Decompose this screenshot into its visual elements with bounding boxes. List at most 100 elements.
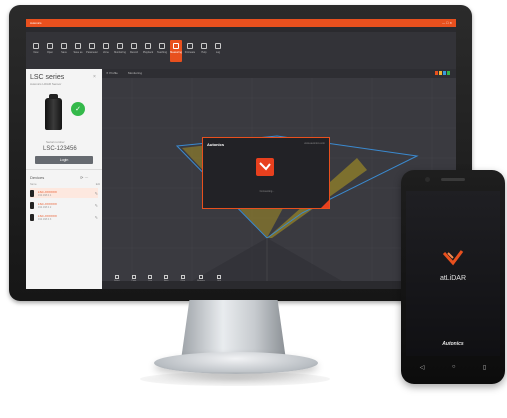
device-icon [30,213,34,221]
connection-status-icon: ✓ [71,102,85,116]
device-list-item[interactable]: LSC-XXXXXX 192.168.0.1 ✎ [30,188,98,198]
dialog-corner-accent [321,200,329,208]
tool-label: Save [61,50,67,54]
toolbar-button-measuring[interactable]: Measuring [170,39,182,62]
tool-label: Parameter [86,50,98,54]
sidebar-title: LSC series [30,74,65,81]
bottom-tool-point[interactable]: Point [131,275,136,282]
toolbar-button-log[interactable]: Log [212,40,224,62]
close-icon[interactable]: × [93,74,96,80]
recent-apps-icon[interactable]: ▯ [483,364,486,371]
tool-icon [103,42,109,49]
tool-icon [61,42,67,49]
tab-profile[interactable]: ✕ Profile [106,71,118,75]
bottom-tool-line[interactable]: Line [148,275,153,282]
toolbar-button-zone[interactable]: Zone [100,40,112,62]
dialog-caption: Connecting... [259,190,275,193]
tool-icon [215,42,221,49]
app-title: Autonics [30,21,42,25]
edit-icon[interactable]: ✎ [95,203,98,208]
tool-label: New [33,50,39,54]
toolbar-button-new[interactable]: New [30,40,42,62]
toolbar-button-monitoring[interactable]: Monitoring [114,40,126,62]
device-sidebar: LSC series Autonics LiDAR Sensor × ✓ Ser… [26,69,102,289]
bottom-tool-clear[interactable]: Clear [180,275,185,282]
tool-icon [180,275,185,279]
legend-chip [439,71,442,75]
monitor-neck [181,300,286,360]
tab-monitoring[interactable]: Monitoring [128,71,142,75]
tool-label: Measure [197,280,205,282]
login-button[interactable]: Login [35,156,93,164]
toolbar-button-parameter[interactable]: Parameter [86,40,98,62]
home-icon[interactable]: ○ [452,364,456,370]
tool-label: Monitoring [114,50,126,54]
product-scene: Autonics — ☐ ✕ New Open Save Save as Paramet… [0,0,507,418]
phone-app-name: atLiDAR [439,275,467,282]
edit-icon[interactable]: ✎ [95,215,98,220]
title-bar: Autonics — ☐ ✕ [26,19,456,27]
tool-label: Open [46,50,54,54]
phone-nav-bar: ◁ ○ ▯ [406,360,500,374]
tool-icon [187,42,193,49]
phone-brand: Autonics [442,341,464,347]
tool-icon [131,42,137,49]
device-list-item[interactable]: LSC-XXXXXX 192.168.0.3 ✎ [30,212,98,222]
bottom-tool-area[interactable]: Area [164,275,168,282]
tool-label: Help [201,50,207,54]
tool-icon [33,42,39,49]
toolbar-button-save-as[interactable]: Save as [72,40,84,62]
toolbar-button-teaching[interactable]: Teaching [156,40,168,62]
about-dialog: Autonics www.autonics.com Connecting... [202,137,330,209]
dialog-title: Autonics [207,142,225,147]
base-shadow [140,372,330,386]
toolbar-button-playback[interactable]: Playback [142,40,154,62]
window-controls[interactable]: — ☐ ✕ [442,21,452,25]
device-icon [30,189,34,197]
device-list-item[interactable]: LSC-XXXXXX 192.168.0.2 ✎ [30,200,98,210]
canvas-tabs: ✕ Profile Monitoring [102,69,456,78]
legend-chip [435,71,438,75]
tool-icon [114,275,119,279]
bottom-tools: Select Point Line Area Clear Measure Grid [114,275,221,282]
serial-label: Serial number [46,140,65,144]
tool-label: Select [114,280,120,282]
app-window: Autonics — ☐ ✕ New Open Save Save as Paramet… [26,19,456,289]
tool-label: Clear [180,280,186,282]
toolbar-button-open[interactable]: Open [44,40,56,62]
edit-icon[interactable]: ✎ [95,191,98,196]
bottom-tool-measure[interactable]: Measure [197,275,205,282]
device-ip: 192.168.0.3 [38,217,52,221]
tool-icon [173,42,179,49]
toolbar-button-help[interactable]: Help [198,40,210,62]
serial-value: LSC-123456 [43,146,77,152]
tool-icon [131,275,136,279]
camera-icon [425,177,430,182]
toolbar: New Open Save Save as Parameter Zone Monitorin… [26,32,456,69]
dialog-link[interactable]: www.autonics.com [304,142,325,145]
refresh-icon[interactable]: ⟳ ⋯ [80,175,88,180]
tool-icon [89,42,95,49]
device-ip: 192.168.0.1 [38,193,52,197]
tool-icon [199,275,204,279]
tool-label: Measuring [170,50,182,54]
tool-label: Playback [142,50,154,54]
app-logo-icon [256,158,274,176]
color-legend [435,71,450,75]
legend-chip [443,71,446,75]
tool-icon [164,275,169,279]
toolbar-button-save[interactable]: Save [58,40,70,62]
toolbar-button-record[interactable]: Record [128,40,140,62]
phone-screen[interactable]: atLiDAR Autonics [406,191,500,356]
bottom-tool-select[interactable]: Select [114,275,120,282]
tool-icon [201,42,207,49]
tool-label: Firmware [184,50,196,54]
device-icon [30,201,34,209]
lidar-device-image [45,94,62,130]
tool-icon [117,42,123,49]
device-ip: 192.168.0.2 [38,205,52,209]
toolbar-button-firmware[interactable]: Firmware [184,40,196,62]
back-icon[interactable]: ◁ [420,364,425,371]
phone-speaker [441,178,465,181]
bottom-tool-grid[interactable]: Grid [216,275,221,282]
